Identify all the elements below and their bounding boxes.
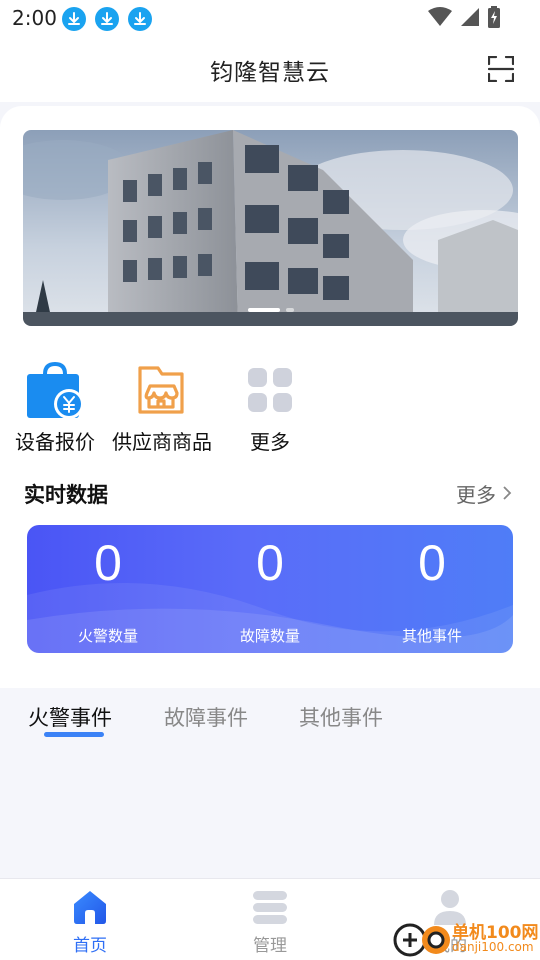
stat-value: 0 [94, 535, 122, 591]
stat-label: 故障数量 [239, 627, 300, 645]
stat-value: 0 [256, 535, 284, 591]
stat-label: 其他事件 [401, 627, 462, 645]
battery-charging-icon [488, 6, 500, 32]
stat-label: 火警数量 [77, 627, 138, 645]
signal-icon [460, 7, 480, 31]
active-tab-indicator [44, 732, 104, 737]
quick-action-more[interactable]: 更多 [215, 360, 325, 455]
nav-label: 首页 [73, 936, 107, 956]
quick-action-label: 更多 [250, 430, 290, 454]
watermark-logo-icon [393, 923, 450, 957]
download-icon [62, 7, 86, 31]
realtime-more-link[interactable]: 更多 [456, 479, 512, 508]
section-title-realtime: 实时数据 [24, 483, 108, 507]
home-icon [70, 887, 110, 927]
stat-value: 0 [418, 535, 446, 591]
download-icon [128, 7, 152, 31]
nav-label: 管理 [253, 936, 287, 956]
chevron-right-icon [502, 482, 512, 506]
quick-action-supplier-goods[interactable]: 供应商商品 [107, 360, 217, 455]
quick-action-device-quote[interactable]: 设备报价 [0, 360, 110, 455]
stat-other[interactable]: 0 其他事件 [351, 525, 513, 646]
tab-fire-events[interactable]: 火警事件 [28, 702, 112, 732]
watermark-url: danji100.com [452, 940, 534, 954]
watermark: 单机100网 danji100.com [392, 916, 540, 960]
carousel-indicator [23, 308, 518, 312]
stat-fire-alarm[interactable]: 0 火警数量 [27, 525, 189, 646]
server-list-icon [250, 887, 290, 927]
quick-action-label: 设备报价 [15, 430, 95, 454]
nav-home[interactable]: 首页 [45, 887, 135, 956]
carousel-dot[interactable] [247, 308, 280, 312]
banner-image [23, 130, 518, 326]
page-title: 钧隆智慧云 [210, 60, 330, 86]
scan-icon[interactable] [487, 55, 515, 83]
quick-action-label: 供应商商品 [112, 430, 212, 454]
banner-carousel[interactable] [23, 130, 518, 326]
status-bar: 2:00 [0, 0, 540, 36]
shopping-bag-yuan-icon [25, 360, 85, 420]
carousel-dot[interactable] [285, 308, 294, 312]
realtime-stats-card: 0 火警数量 0 故障数量 0 其他事件 [27, 525, 513, 653]
tab-other-events[interactable]: 其他事件 [299, 702, 383, 732]
stat-fault[interactable]: 0 故障数量 [189, 525, 351, 646]
wifi-icon [428, 7, 452, 31]
more-label: 更多 [456, 483, 496, 507]
tab-fault-events[interactable]: 故障事件 [164, 702, 248, 732]
download-icon [95, 7, 119, 31]
grid-icon [240, 360, 300, 420]
event-tabs-area: 火警事件 故障事件 其他事件 [0, 688, 540, 878]
nav-manage[interactable]: 管理 [225, 887, 315, 956]
store-folder-icon [132, 360, 192, 420]
status-time: 2:00 [12, 6, 57, 30]
app-header: 钧隆智慧云 [0, 36, 540, 102]
